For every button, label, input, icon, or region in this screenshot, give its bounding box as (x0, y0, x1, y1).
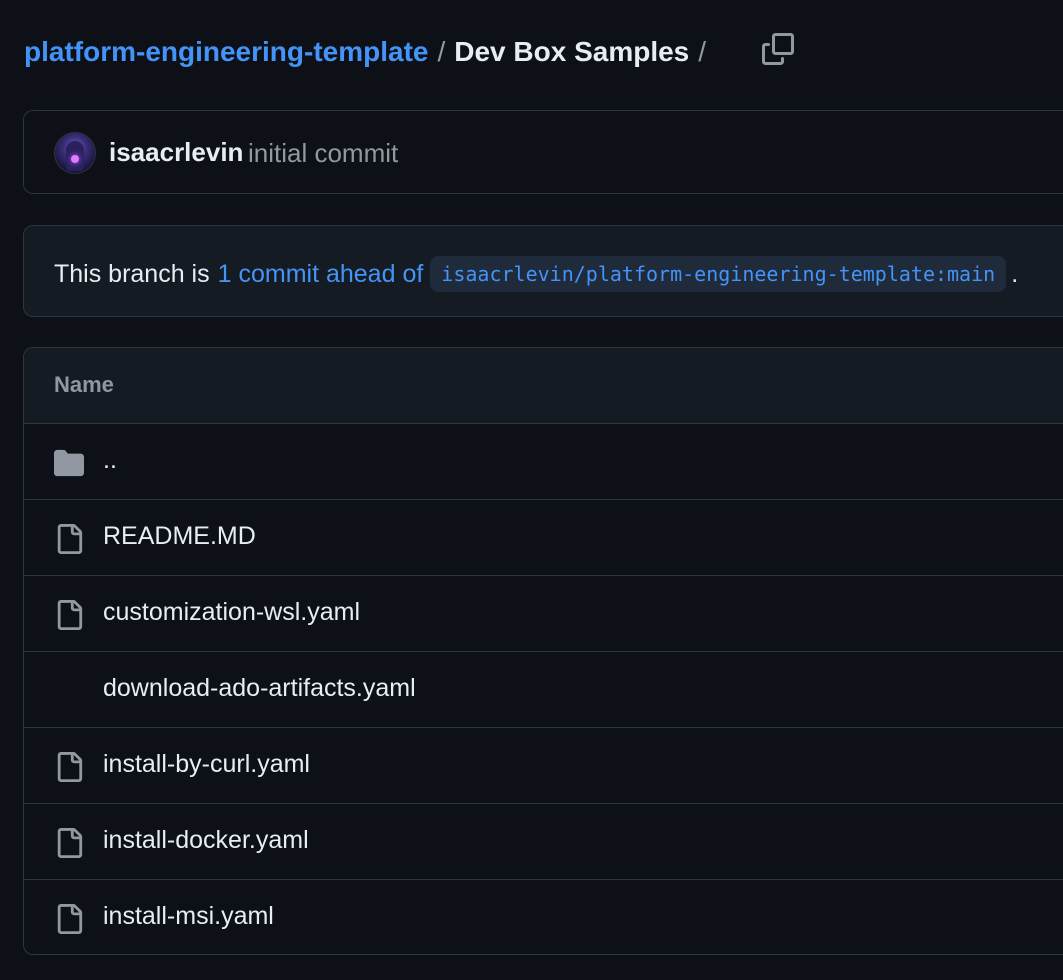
file-name: customization-wsl.yaml (103, 598, 361, 626)
file-name: README.MD (103, 522, 256, 550)
commit-message-link[interactable]: initial commit (248, 138, 398, 169)
branch-status-box: This branch is 1 commit ahead of isaacrl… (23, 225, 1063, 317)
file-table-header: Name (24, 348, 1063, 424)
file-name: .. (103, 446, 117, 474)
file-name: install-by-curl.yaml (103, 750, 310, 778)
file-row[interactable]: customization-wsl.yaml (24, 576, 1063, 652)
file-browser-page: platform-engineering-template / Dev Box … (0, 0, 1063, 980)
commits-ahead-link[interactable]: 1 commit ahead of (218, 260, 424, 289)
branch-status-text: This branch is 1 commit ahead of isaacrl… (54, 256, 1018, 292)
upstream-branch-ref[interactable]: isaacrlevin/platform-engineering-templat… (430, 256, 1007, 292)
breadcrumb: platform-engineering-template / Dev Box … (24, 30, 715, 74)
folder-icon (54, 449, 84, 477)
latest-commit-box: isaacrlevin initial commit (23, 110, 1063, 194)
file-table: Name .. README.MD customization-wsl.yaml (23, 347, 1063, 955)
file-icon (57, 600, 83, 630)
file-name: download-ado-artifacts.yaml (103, 674, 416, 702)
file-icon (57, 524, 83, 554)
copy-icon (762, 33, 794, 65)
file-row[interactable]: download-ado-artifacts.yaml (24, 652, 1063, 728)
avatar[interactable] (55, 133, 95, 173)
file-icon (57, 828, 83, 858)
breadcrumb-repo-link[interactable]: platform-engineering-template (24, 36, 428, 68)
branch-status-prefix: This branch is (54, 259, 210, 288)
copy-path-button[interactable] (757, 28, 799, 70)
name-column-header: Name (54, 372, 114, 397)
breadcrumb-current-folder: Dev Box Samples (454, 36, 690, 67)
breadcrumb-separator: / (437, 36, 446, 67)
file-icon (57, 904, 83, 934)
file-name: install-docker.yaml (103, 826, 309, 854)
file-row[interactable]: install-msi.yaml (24, 880, 1063, 954)
parent-directory-row[interactable]: .. (24, 424, 1063, 500)
file-row[interactable]: install-docker.yaml (24, 804, 1063, 880)
branch-status-suffix: . (1011, 259, 1019, 288)
file-name: install-msi.yaml (103, 902, 274, 930)
breadcrumb-trailing-separator: / (698, 36, 707, 67)
commit-author-link[interactable]: isaacrlevin (109, 137, 243, 168)
file-icon (57, 752, 83, 782)
file-row[interactable]: README.MD (24, 500, 1063, 576)
file-row[interactable]: install-by-curl.yaml (24, 728, 1063, 804)
file-icon (54, 676, 84, 706)
